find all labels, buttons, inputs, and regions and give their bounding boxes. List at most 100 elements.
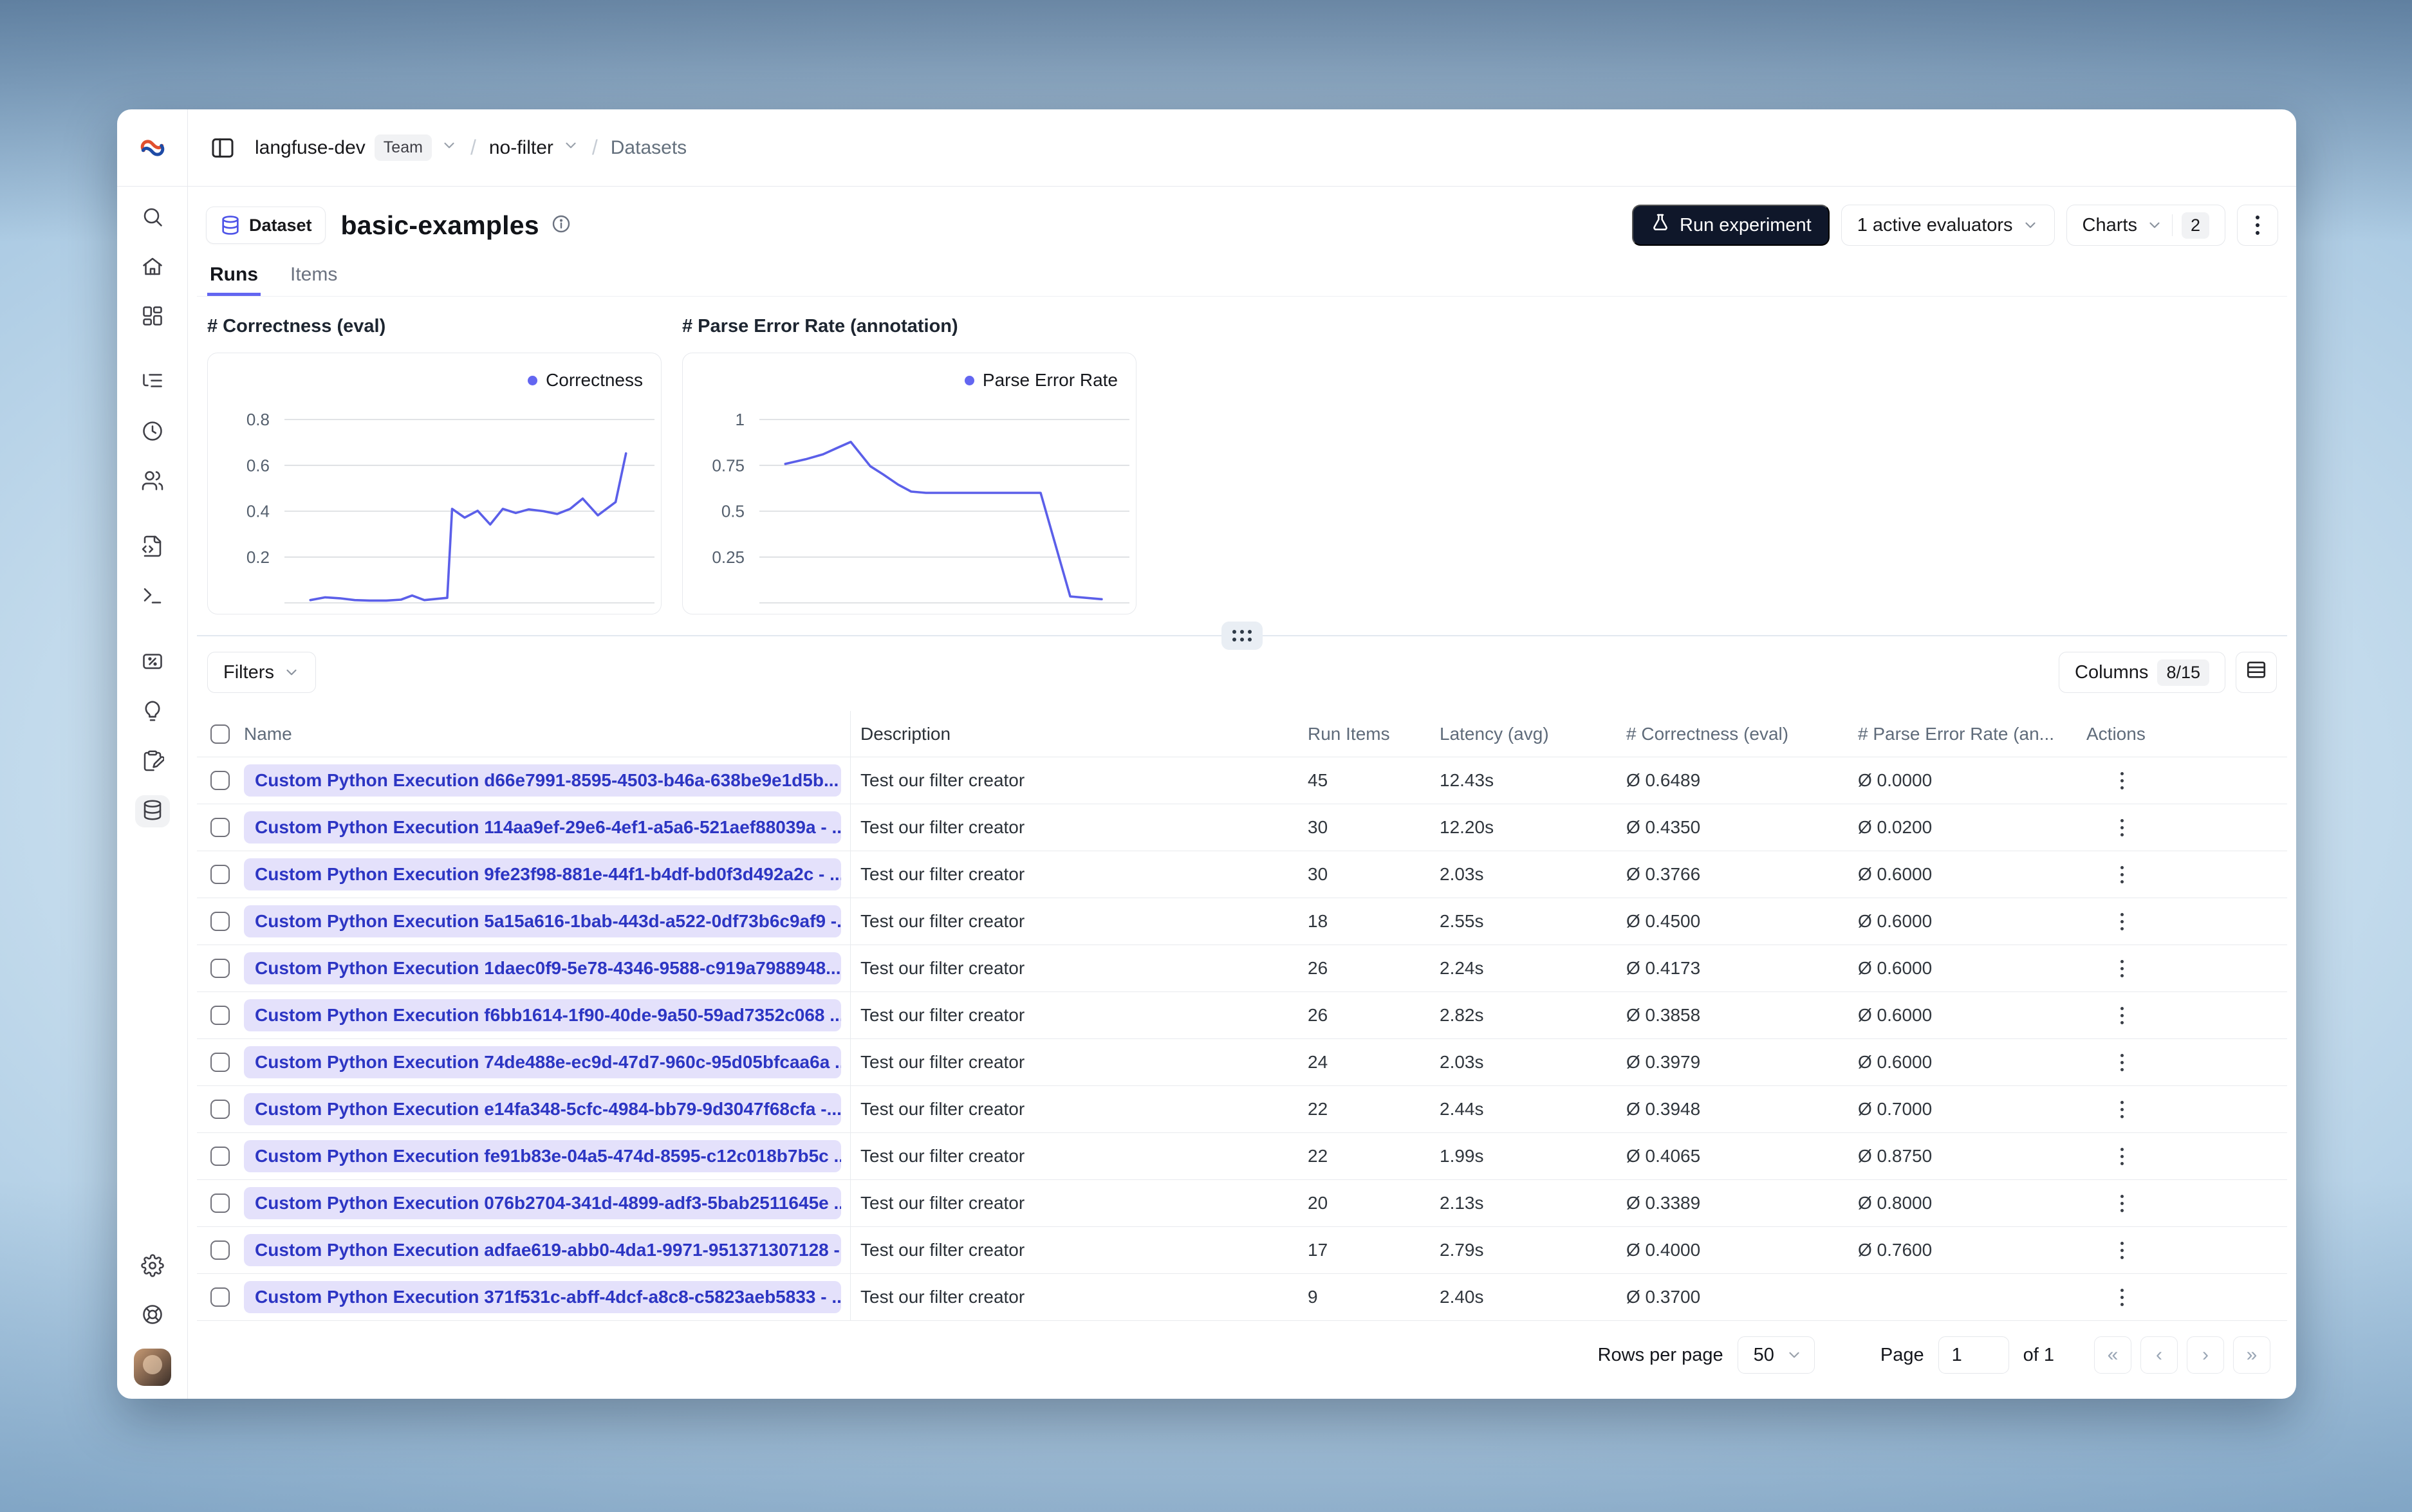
row-actions-kebab[interactable] — [2107, 766, 2137, 795]
correctness-chart: Correctness 0.2 0.4 0.6 0.8 — [207, 353, 662, 614]
run-experiment-button[interactable]: Run experiment — [1632, 205, 1830, 246]
row-height-button[interactable] — [2236, 652, 2277, 693]
previous-page-button[interactable]: ‹ — [2140, 1336, 2178, 1374]
more-actions-button[interactable] — [2237, 205, 2278, 246]
info-icon[interactable] — [551, 214, 571, 237]
column-header-actions: Actions — [2086, 723, 2146, 744]
table-row[interactable]: Custom Python Execution f6bb1614-1f90-40… — [197, 992, 2287, 1039]
run-description: Test our filter creator — [860, 817, 1025, 837]
table-row[interactable]: Custom Python Execution 9fe23f98-881e-44… — [197, 851, 2287, 898]
columns-button[interactable]: Columns 8/15 — [2059, 652, 2225, 693]
row-actions-kebab[interactable] — [2107, 1047, 2137, 1077]
row-actions-kebab[interactable] — [2107, 1188, 2137, 1218]
table-row[interactable]: Custom Python Execution fe91b83e-04a5-47… — [197, 1133, 2287, 1180]
page-number-input[interactable] — [1938, 1336, 2009, 1374]
breadcrumb-project[interactable]: no-filter — [489, 137, 579, 159]
sidebar-item-home[interactable] — [135, 252, 170, 284]
resize-grip-handle[interactable] — [1221, 622, 1263, 650]
row-actions-kebab[interactable] — [2107, 954, 2137, 983]
row-checkbox[interactable] — [210, 1194, 230, 1213]
row-checkbox[interactable] — [210, 959, 230, 978]
row-actions-kebab[interactable] — [2107, 1282, 2137, 1312]
table-row[interactable]: Custom Python Execution 114aa9ef-29e6-4e… — [197, 804, 2287, 851]
run-name-link[interactable]: Custom Python Execution d66e7991-8595-45… — [244, 764, 841, 797]
chart-plot: 0.2 0.4 0.6 0.8 — [246, 410, 654, 604]
run-name-link[interactable]: Custom Python Execution 114aa9ef-29e6-4e… — [244, 811, 841, 844]
sidebar-item-evaluation[interactable] — [135, 647, 170, 679]
sidebar-item-judge[interactable] — [135, 696, 170, 728]
sidebar-toggle-button[interactable] — [207, 133, 238, 163]
kebab-icon — [2120, 865, 2124, 883]
run-name-link[interactable]: Custom Python Execution 076b2704-341d-48… — [244, 1187, 841, 1219]
run-name-link[interactable]: Custom Python Execution e14fa348-5cfc-49… — [244, 1093, 841, 1125]
row-actions-kebab[interactable] — [2107, 907, 2137, 936]
table-row[interactable]: Custom Python Execution d66e7991-8595-45… — [197, 757, 2287, 804]
row-checkbox[interactable] — [210, 1240, 230, 1260]
user-avatar[interactable] — [133, 1349, 171, 1386]
run-name-link[interactable]: Custom Python Execution 5a15a616-1bab-44… — [244, 905, 841, 937]
row-checkbox[interactable] — [210, 1053, 230, 1072]
table-header-row: Name Description Run Items Latency (avg)… — [197, 711, 2287, 757]
run-name-link[interactable]: Custom Python Execution 371f531c-abff-4d… — [244, 1281, 841, 1313]
row-checkbox[interactable] — [210, 912, 230, 931]
sidebar-item-settings[interactable] — [135, 1251, 170, 1283]
latency-value: 2.40s — [1440, 1287, 1484, 1307]
sidebar-item-sessions[interactable] — [135, 416, 170, 448]
table-row[interactable]: Custom Python Execution e14fa348-5cfc-49… — [197, 1086, 2287, 1133]
kebab-icon — [2120, 912, 2124, 930]
charts-dropdown[interactable]: Charts 2 — [2066, 205, 2225, 246]
row-checkbox[interactable] — [210, 1006, 230, 1025]
evaluators-dropdown[interactable]: 1 active evaluators — [1841, 205, 2055, 246]
row-actions-kebab[interactable] — [2107, 860, 2137, 889]
sidebar-nav-group — [135, 647, 170, 827]
filters-button[interactable]: Filters — [207, 652, 316, 693]
tab-items[interactable]: Items — [288, 260, 340, 296]
sidebar-item-playground[interactable] — [135, 581, 170, 613]
sidebar-item-search[interactable] — [135, 202, 170, 234]
row-actions-kebab[interactable] — [2107, 1094, 2137, 1124]
run-name-link[interactable]: Custom Python Execution 74de488e-ec9d-47… — [244, 1046, 841, 1078]
rows-per-page-select[interactable]: 50 — [1737, 1336, 1815, 1374]
table-row[interactable]: Custom Python Execution 076b2704-341d-48… — [197, 1180, 2287, 1227]
row-checkbox[interactable] — [210, 1100, 230, 1119]
row-actions-kebab[interactable] — [2107, 1235, 2137, 1265]
correctness-value: Ø 0.4000 — [1626, 1240, 1701, 1260]
table-row[interactable]: Custom Python Execution 1daec0f9-5e78-43… — [197, 945, 2287, 992]
run-description: Test our filter creator — [860, 1052, 1025, 1072]
sidebar-item-prompts[interactable] — [135, 531, 170, 564]
row-checkbox[interactable] — [210, 1287, 230, 1307]
run-name-link[interactable]: Custom Python Execution fe91b83e-04a5-47… — [244, 1140, 841, 1172]
tab-runs[interactable]: Runs — [207, 260, 261, 296]
last-page-button[interactable]: » — [2233, 1336, 2270, 1374]
sidebar-item-tracing[interactable] — [135, 367, 170, 399]
sidebar-item-users[interactable] — [135, 466, 170, 498]
next-page-button[interactable]: › — [2187, 1336, 2224, 1374]
table-row[interactable]: Custom Python Execution 5a15a616-1bab-44… — [197, 898, 2287, 945]
sidebar-item-support[interactable] — [135, 1300, 170, 1332]
row-checkbox[interactable] — [210, 1147, 230, 1166]
first-page-button[interactable]: « — [2094, 1336, 2131, 1374]
sidebar-item-datasets[interactable] — [135, 795, 170, 827]
run-name-link[interactable]: Custom Python Execution f6bb1614-1f90-40… — [244, 999, 841, 1031]
rows-icon — [2245, 659, 2267, 686]
row-actions-kebab[interactable] — [2107, 1000, 2137, 1030]
table-row[interactable]: Custom Python Execution 371f531c-abff-4d… — [197, 1274, 2287, 1321]
run-name-link[interactable]: Custom Python Execution adfae619-abb0-4d… — [244, 1234, 841, 1266]
row-checkbox[interactable] — [210, 818, 230, 837]
sidebar-nav-group — [135, 367, 170, 498]
sidebar-item-dashboards[interactable] — [135, 301, 170, 333]
run-name-link[interactable]: Custom Python Execution 1daec0f9-5e78-43… — [244, 952, 841, 984]
tabs: Runs Items — [197, 260, 2287, 297]
row-actions-kebab[interactable] — [2107, 1141, 2137, 1171]
select-all-checkbox[interactable] — [210, 724, 230, 744]
run-name-link[interactable]: Custom Python Execution 9fe23f98-881e-44… — [244, 858, 841, 890]
breadcrumb-org[interactable]: langfuse-dev Team — [255, 134, 458, 161]
row-checkbox[interactable] — [210, 771, 230, 790]
table-row[interactable]: Custom Python Execution adfae619-abb0-4d… — [197, 1227, 2287, 1274]
row-actions-kebab[interactable] — [2107, 813, 2137, 842]
breadcrumb-section[interactable]: Datasets — [611, 137, 687, 159]
svg-text:0.25: 0.25 — [712, 548, 745, 567]
sidebar-item-annotation[interactable] — [135, 746, 170, 778]
table-row[interactable]: Custom Python Execution 74de488e-ec9d-47… — [197, 1039, 2287, 1086]
row-checkbox[interactable] — [210, 865, 230, 884]
